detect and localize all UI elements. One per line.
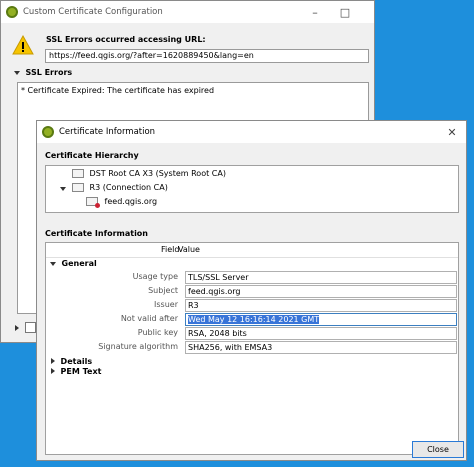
hierarchy-tree[interactable]: DST Root CA X3 (System Root CA) R3 (Conn… [45,165,459,213]
chevron-right-icon [51,368,55,374]
tree-item-label: DST Root CA X3 (System Root CA) [89,169,226,178]
tree-item-root[interactable]: DST Root CA X3 (System Root CA) [72,169,226,178]
qgis-logo-icon [42,126,54,138]
qgis-logo-icon [6,6,18,18]
certificate-information-window: Certificate Information ✕ Certificate Hi… [36,120,467,461]
property-label: Public key [137,328,178,337]
property-row[interactable]: Not valid after Wed May 12 16:16:14 2021… [46,313,458,327]
property-row[interactable]: Signature algorithm SHA256, with EMSA3 [46,341,458,355]
maximize-icon[interactable]: □ [331,1,359,23]
pem-label: PEM Text [60,367,102,376]
chevron-down-icon [14,71,20,75]
close-icon[interactable]: ✕ [438,121,466,143]
property-row[interactable]: Public key RSA, 2048 bits [46,327,458,341]
tree-item-intermediate[interactable]: R3 (Connection CA) [72,183,168,192]
column-header: Field Value [46,243,458,258]
property-row[interactable]: Usage type TLS/SSL Server [46,271,458,285]
hierarchy-heading: Certificate Hierarchy [45,151,139,160]
back-window-title: Custom Certificate Configuration [23,7,163,17]
column-value: Value [178,245,200,254]
info-heading: Certificate Information [45,229,148,238]
property-label: Signature algorithm [98,342,178,351]
property-value[interactable]: SHA256, with EMSA3 [185,341,457,354]
pem-section[interactable]: PEM Text [51,367,101,376]
tree-item-label: feed.qgis.org [104,197,158,206]
chevron-down-icon [50,262,56,266]
certificate-icon [72,183,84,192]
property-label: Issuer [154,300,178,309]
property-label: Usage type [132,272,178,281]
checkbox[interactable] [25,322,36,333]
property-row[interactable]: Issuer R3 [46,299,458,313]
minimize-icon[interactable]: – [301,1,329,23]
warning-icon [12,34,34,55]
ssl-errors-toggle[interactable]: SSL Errors [14,68,72,77]
property-value[interactable]: RSA, 2048 bits [185,327,457,340]
selected-text: Wed May 12 16:16:14 2021 GMT [188,315,320,324]
tree-item-label: R3 (Connection CA) [89,183,168,192]
back-title-bar: Custom Certificate Configuration – □ [1,1,374,23]
error-text: * Certificate Expired: The certificate h… [21,86,215,95]
general-section[interactable]: General [50,259,97,268]
property-label: Not valid after [120,314,178,323]
cert-window-title: Certificate Information [59,127,156,137]
url-field[interactable]: https://feed.qgis.org/?after=1620889450&… [45,49,369,63]
details-label: Details [60,357,93,366]
chevron-right-icon [51,358,55,364]
property-value[interactable]: TLS/SSL Server [185,271,457,284]
ssl-heading: SSL Errors occurred accessing URL: [46,35,206,44]
certificate-icon [86,197,100,208]
property-row[interactable]: Subject feed.qgis.org [46,285,458,299]
chevron-down-icon[interactable] [60,187,66,191]
tree-item-leaf[interactable]: feed.qgis.org [86,197,158,208]
general-label: General [61,259,97,268]
details-section[interactable]: Details [51,357,92,366]
property-value[interactable]: feed.qgis.org [185,285,457,298]
info-tree[interactable]: Field Value General Usage type TLS/SSL S… [45,242,459,455]
ssl-errors-label: SSL Errors [25,68,73,77]
certificate-icon [72,169,84,178]
property-label: Subject [148,286,178,295]
property-value-selected[interactable]: Wed May 12 16:16:14 2021 GMT [185,313,457,326]
close-button[interactable]: Close [412,441,464,458]
expand-arrow-icon[interactable] [15,325,19,331]
cert-title-bar: Certificate Information ✕ [37,121,466,143]
column-field: Field [161,245,180,254]
property-value[interactable]: R3 [185,299,457,312]
